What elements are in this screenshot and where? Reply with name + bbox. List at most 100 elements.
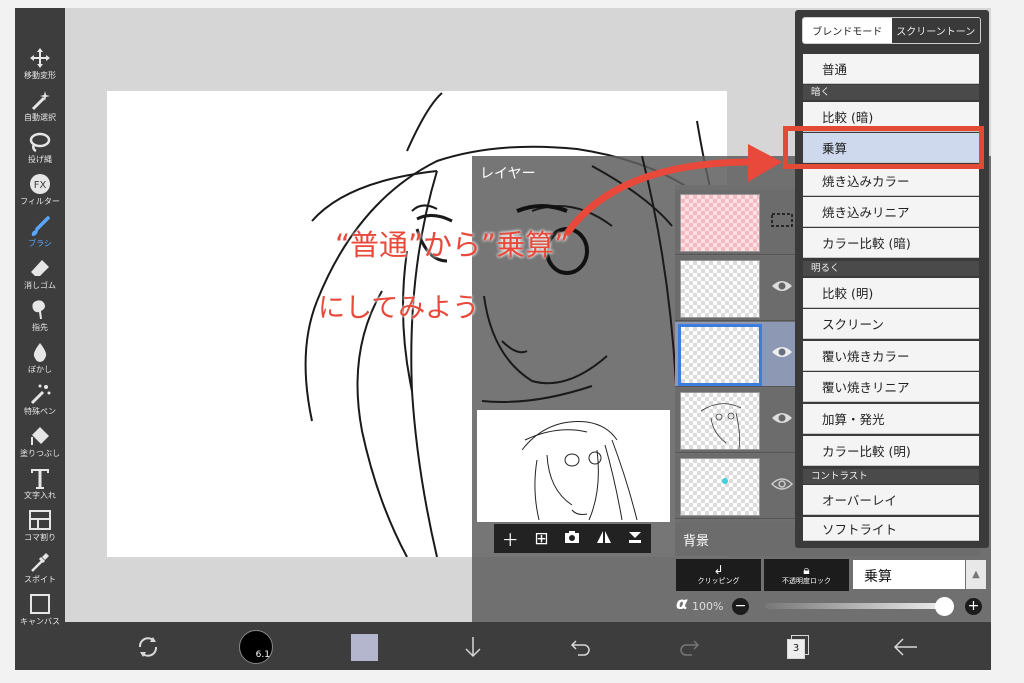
- background-label: 背景: [683, 534, 710, 549]
- tool-label: 自動選択: [24, 113, 56, 122]
- tool-label: 特殊ペン: [24, 407, 56, 416]
- tool-frame[interactable]: コマ割り: [15, 508, 65, 548]
- arrow-down-icon[interactable]: [458, 627, 488, 667]
- opacity-slider-handle[interactable]: [935, 597, 954, 616]
- blend-section-darken: 暗く: [803, 85, 979, 100]
- tab-screentone[interactable]: スクリーントーン: [891, 18, 980, 43]
- brush-icon: [29, 214, 51, 238]
- camera-icon[interactable]: [564, 529, 580, 549]
- tool-special-pen[interactable]: 特殊ペン: [15, 382, 65, 422]
- tool-label: 投げ縄: [28, 155, 52, 164]
- opacity-lock-label: 不透明度ロック: [782, 577, 831, 585]
- layer-thumbnail: [678, 324, 762, 386]
- text-icon: [29, 466, 51, 490]
- tool-move[interactable]: 移動変形: [15, 46, 65, 86]
- rotate-canvas-icon[interactable]: [133, 627, 163, 667]
- blend-item-add-glow[interactable]: 加算・発光: [803, 404, 979, 434]
- left-toolbar: 移動変形 自動選択 投げ縄 FX フィルター ブラシ 消しゴム 指先 ぼかし 特…: [15, 8, 65, 670]
- opacity-value: 100%: [692, 600, 724, 613]
- blend-item-darker-color[interactable]: カラー比較 (暗): [803, 228, 979, 258]
- blend-item-color-dodge[interactable]: 覆い焼きカラー: [803, 341, 979, 371]
- blend-mode-value: 乗算: [864, 569, 892, 585]
- layers-button[interactable]: 3: [783, 627, 813, 667]
- undo-icon[interactable]: [566, 627, 596, 667]
- blend-item-overlay[interactable]: オーバーレイ: [803, 485, 979, 515]
- tool-label: ぼかし: [28, 365, 52, 374]
- opacity-lock-button[interactable]: 🔒︎ 不透明度ロック: [764, 559, 849, 591]
- tool-label: 塗りつぶし: [19, 449, 61, 458]
- blend-section-lighten: 明るく: [803, 261, 979, 276]
- layer-thumbnail: [680, 458, 760, 516]
- tool-label: ブラシ: [28, 239, 52, 248]
- layers-icon: 3: [787, 635, 809, 659]
- flip-icon[interactable]: [596, 529, 612, 549]
- clipping-button[interactable]: ↲ クリッピング: [676, 559, 761, 591]
- tool-label: 移動変形: [24, 71, 56, 80]
- tool-canvas[interactable]: キャンバス: [15, 592, 65, 632]
- opacity-slider[interactable]: [765, 603, 945, 609]
- preview-toolbar: ＋ ⊞: [494, 524, 651, 553]
- bucket-icon: [29, 424, 51, 448]
- tool-blur[interactable]: ぼかし: [15, 340, 65, 380]
- tool-label: コマ割り: [24, 533, 56, 542]
- color-swatch-button[interactable]: [349, 627, 379, 667]
- back-arrow-icon[interactable]: [891, 627, 921, 667]
- opacity-increase-button[interactable]: +: [965, 598, 982, 615]
- tool-lasso[interactable]: 投げ縄: [15, 130, 65, 170]
- blend-item-lighten[interactable]: 比較 (明): [803, 278, 979, 308]
- finger-icon: [29, 298, 51, 322]
- frame-icon: [28, 508, 52, 532]
- tool-eyedropper[interactable]: スポイト: [15, 550, 65, 590]
- alpha-symbol: α: [676, 594, 688, 614]
- opacity-decrease-button[interactable]: −: [732, 598, 749, 615]
- brush-size-button[interactable]: 6.1: [238, 627, 274, 667]
- sparkle-pen-icon: [29, 382, 51, 406]
- blend-popup-tabs: ブレンドモード スクリーントーン: [802, 17, 981, 44]
- layer-count: 3: [787, 639, 805, 659]
- lock-icon: 🔒︎: [803, 563, 810, 577]
- eye-icon[interactable]: [771, 344, 793, 358]
- blend-item-color-burn[interactable]: 焼き込みカラー: [803, 166, 979, 196]
- add-layer-icon[interactable]: ＋: [502, 526, 519, 551]
- tool-magic-wand[interactable]: 自動選択: [15, 88, 65, 128]
- blend-item-linear-dodge[interactable]: 覆い焼きリニア: [803, 372, 979, 402]
- clipping-label: クリッピング: [697, 577, 740, 585]
- tool-text[interactable]: 文字入れ: [15, 466, 65, 506]
- blend-item-screen[interactable]: スクリーン: [803, 309, 979, 339]
- bottom-toolbar: [65, 622, 991, 670]
- tool-brush[interactable]: ブラシ: [15, 214, 65, 254]
- chevron-up-icon[interactable]: ▲: [966, 560, 986, 589]
- merge-down-icon[interactable]: [627, 529, 643, 549]
- annotation-text-line1: “普通”から”乗算”: [335, 228, 570, 262]
- layer-thumbnail: [680, 392, 760, 450]
- tool-label: スポイト: [24, 575, 56, 584]
- eye-icon[interactable]: [771, 410, 793, 424]
- tab-blend-mode[interactable]: ブレンドモード: [803, 18, 892, 43]
- layer-panel-title: レイヤー: [480, 166, 536, 182]
- tool-fill[interactable]: 塗りつぶし: [15, 424, 65, 464]
- blend-item-lighter-color[interactable]: カラー比較 (明): [803, 436, 979, 466]
- preview-drawing: [521, 421, 638, 521]
- tool-finger[interactable]: 指先: [15, 298, 65, 338]
- fx-icon: FX: [29, 172, 51, 196]
- tool-filter[interactable]: FX フィルター: [15, 172, 65, 212]
- canvas-preview[interactable]: [477, 410, 670, 522]
- blend-item-normal[interactable]: 普通: [803, 54, 979, 84]
- redo-icon[interactable]: [674, 627, 704, 667]
- brush-size-icon: 6.1: [239, 630, 273, 664]
- blend-item-linear-burn[interactable]: 焼き込みリニア: [803, 197, 979, 227]
- eraser-icon: [29, 256, 51, 280]
- layer-thumbnail: [680, 260, 760, 318]
- tool-eraser[interactable]: 消しゴム: [15, 256, 65, 296]
- clipping-icon: ↲: [713, 563, 724, 577]
- tool-label: キャンバス: [20, 617, 60, 626]
- multiply-highlight-box: [783, 126, 984, 169]
- eye-icon[interactable]: [770, 476, 794, 490]
- current-color-swatch: [350, 633, 378, 661]
- blend-item-soft-light[interactable]: ソフトライト: [803, 517, 979, 541]
- drop-icon: [29, 340, 51, 364]
- blend-section-contrast: コントラスト: [803, 469, 979, 484]
- eye-icon[interactable]: [771, 278, 793, 292]
- annotation-text-line2: にしてみよう: [318, 293, 480, 324]
- add-layer-copy-icon[interactable]: ⊞: [534, 529, 548, 549]
